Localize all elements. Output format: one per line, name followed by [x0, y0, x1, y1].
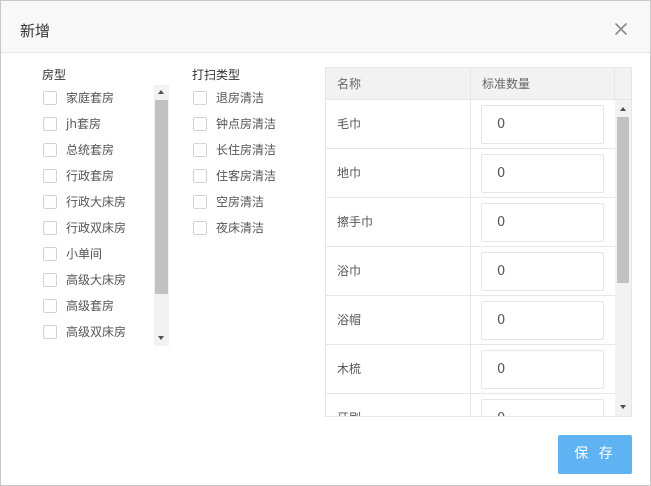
room-type-option[interactable]: 小单间 [43, 245, 102, 263]
room-type-option[interactable]: 行政套房 [43, 167, 114, 185]
option-label: 退房清洁 [216, 91, 265, 105]
checkbox[interactable] [193, 221, 207, 235]
table-row: 木梳 [326, 345, 615, 394]
scroll-down-icon[interactable] [620, 405, 626, 409]
supplies-table: 名称 标准数量 毛巾 地巾 擦手巾 浴巾 浴帽 [325, 67, 632, 417]
checkbox[interactable] [43, 325, 57, 339]
quantity-input[interactable] [481, 252, 604, 291]
clean-type-list: 退房清洁 钟点房清洁 长住房清洁 住客房清洁 空房清洁 夜床清洁 [193, 88, 313, 248]
checkbox[interactable] [193, 91, 207, 105]
room-type-option[interactable]: 高级双床房 [43, 323, 126, 341]
table-scrollbar[interactable] [615, 100, 631, 416]
room-type-option[interactable]: 高级大床房 [43, 271, 126, 289]
checkbox[interactable] [193, 143, 207, 157]
room-type-label: 房型 [42, 68, 67, 82]
option-label: 行政双床房 [66, 221, 127, 235]
save-button[interactable]: 保 存 [558, 435, 632, 474]
table-row: 毛巾 [326, 100, 615, 149]
supply-name: 牙刷 [326, 394, 471, 416]
clean-type-option[interactable]: 空房清洁 [193, 193, 264, 211]
option-label: 高级套房 [66, 299, 115, 313]
clean-type-option[interactable]: 退房清洁 [193, 89, 264, 107]
option-label: jh套房 [66, 117, 101, 131]
room-type-scrollbar[interactable] [154, 85, 169, 346]
table-row: 牙刷 [326, 394, 615, 416]
scroll-thumb[interactable] [155, 100, 168, 294]
supply-name: 地巾 [326, 149, 471, 197]
add-dialog: 新增 房型 家庭套房 jh套房 总统套房 行政套房 行政大床房 行政双床房 小单… [0, 0, 651, 486]
scroll-down-icon[interactable] [158, 336, 164, 340]
option-label: 行政大床房 [66, 195, 127, 209]
supply-name: 擦手巾 [326, 198, 471, 246]
room-type-option[interactable]: 行政大床房 [43, 193, 126, 211]
quantity-input[interactable] [481, 350, 604, 389]
option-label: 高级大床房 [66, 273, 127, 287]
checkbox[interactable] [193, 117, 207, 131]
dialog-header: 新增 [1, 1, 650, 53]
checkbox[interactable] [43, 117, 57, 131]
table-header: 名称 标准数量 [326, 68, 631, 100]
checkbox[interactable] [43, 169, 57, 183]
table-row: 擦手巾 [326, 198, 615, 247]
checkbox[interactable] [43, 247, 57, 261]
option-label: 总统套房 [66, 143, 115, 157]
option-label: 长住房清洁 [216, 143, 277, 157]
checkbox[interactable] [193, 169, 207, 183]
option-label: 家庭套房 [66, 91, 115, 105]
scroll-thumb[interactable] [617, 117, 629, 283]
supply-name: 浴巾 [326, 247, 471, 295]
room-type-option[interactable]: 行政双床房 [43, 219, 126, 237]
room-type-list: 家庭套房 jh套房 总统套房 行政套房 行政大床房 行政双床房 小单间 高级大床… [43, 88, 153, 346]
table-row: 浴帽 [326, 296, 615, 345]
checkbox[interactable] [193, 195, 207, 209]
clean-type-label: 打扫类型 [192, 68, 241, 82]
quantity-input[interactable] [481, 301, 604, 340]
table-row: 浴巾 [326, 247, 615, 296]
option-label: 高级双床房 [66, 325, 127, 339]
column-header-quantity: 标准数量 [471, 68, 615, 100]
supply-name: 浴帽 [326, 296, 471, 344]
close-icon[interactable] [612, 20, 630, 38]
checkbox[interactable] [43, 299, 57, 313]
option-label: 空房清洁 [216, 195, 265, 209]
room-type-option[interactable]: 高级套房 [43, 297, 114, 315]
supply-name: 木梳 [326, 345, 471, 393]
room-type-option[interactable]: jh套房 [43, 115, 101, 133]
checkbox[interactable] [43, 221, 57, 235]
table-row: 地巾 [326, 149, 615, 198]
dialog-title: 新增 [20, 22, 51, 40]
table-body: 毛巾 地巾 擦手巾 浴巾 浴帽 木梳 [326, 100, 615, 416]
column-header-name: 名称 [326, 68, 471, 100]
checkbox[interactable] [43, 91, 57, 105]
option-label: 夜床清洁 [216, 221, 265, 235]
quantity-input[interactable] [481, 203, 604, 242]
checkbox[interactable] [43, 143, 57, 157]
checkbox[interactable] [43, 273, 57, 287]
option-label: 住客房清洁 [216, 169, 277, 183]
quantity-input[interactable] [481, 105, 604, 144]
option-label: 小单间 [66, 247, 103, 261]
supply-name: 毛巾 [326, 100, 471, 148]
quantity-input[interactable] [481, 399, 604, 416]
option-label: 行政套房 [66, 169, 115, 183]
room-type-option[interactable]: 家庭套房 [43, 89, 114, 107]
checkbox[interactable] [43, 195, 57, 209]
room-type-option[interactable]: 总统套房 [43, 141, 114, 159]
scroll-up-icon[interactable] [620, 107, 626, 111]
scroll-up-icon[interactable] [158, 90, 164, 94]
clean-type-option[interactable]: 钟点房清洁 [193, 115, 276, 133]
quantity-input[interactable] [481, 154, 604, 193]
clean-type-option[interactable]: 夜床清洁 [193, 219, 264, 237]
clean-type-option[interactable]: 住客房清洁 [193, 167, 276, 185]
option-label: 钟点房清洁 [216, 117, 277, 131]
clean-type-option[interactable]: 长住房清洁 [193, 141, 276, 159]
